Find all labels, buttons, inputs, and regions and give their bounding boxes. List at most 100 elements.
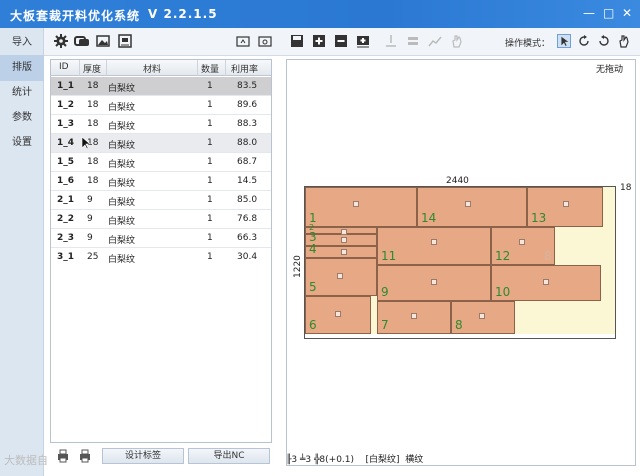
cell-id: 1_5 xyxy=(57,157,75,167)
col-header-material[interactable]: 材料 xyxy=(143,62,161,75)
cell-qty: 1 xyxy=(207,157,213,167)
part-11[interactable]: 11 xyxy=(377,227,491,265)
part-13[interactable]: 13 xyxy=(527,187,603,227)
cell-material: 白梨纹 xyxy=(108,236,136,246)
col-header-qty[interactable]: 数量 xyxy=(201,62,219,75)
table-row[interactable]: 1_3 18 白梨纹 1 88.3 xyxy=(51,115,271,134)
distribute-icon xyxy=(408,37,418,45)
cell-util: 88.3 xyxy=(237,119,258,129)
export-nc-button[interactable]: 导出NC xyxy=(188,448,270,464)
cell-thickness: 18 xyxy=(87,157,99,167)
sheet-board: 1 14 13 2 3 4 11 12 8 5 9 10 6 7 8 xyxy=(304,186,616,339)
part-12[interactable]: 12 8 xyxy=(491,227,555,265)
board-width-label: 2440 xyxy=(446,176,469,186)
cell-id: 3_1 xyxy=(57,252,75,262)
gear-icon[interactable] xyxy=(54,34,68,48)
sidebar-item-params[interactable]: 参数 xyxy=(0,105,44,131)
maximize-button[interactable]: □ xyxy=(603,6,614,20)
table-row[interactable]: 2_2 9 白梨纹 1 76.8 xyxy=(51,210,271,229)
part-1[interactable]: 1 xyxy=(305,187,417,227)
sidebar-item-import[interactable]: 导入 xyxy=(0,30,44,56)
board-thickness-label: 18 xyxy=(620,183,632,193)
cell-qty: 1 xyxy=(207,195,213,205)
add-icon[interactable] xyxy=(312,34,326,48)
sidebar-item-statistics[interactable]: 统计 xyxy=(0,80,44,106)
table-row[interactable]: 2_1 9 白梨纹 1 85.0 xyxy=(51,191,271,210)
status-grain: 横纹 xyxy=(405,455,424,465)
print-icon[interactable] xyxy=(56,449,70,463)
watermark: 大数据自 xyxy=(4,454,48,467)
cell-thickness: 9 xyxy=(87,195,93,205)
col-header-util[interactable]: 利用率 xyxy=(231,62,258,75)
app-version: V 2.2.1.5 xyxy=(148,7,218,21)
close-button[interactable]: ✕ xyxy=(622,6,632,20)
cell-material: 白梨纹 xyxy=(108,141,136,151)
part-label-marker xyxy=(563,201,569,207)
sidebar-item-layout[interactable]: 排版 xyxy=(0,55,44,81)
image-icon[interactable] xyxy=(96,34,110,48)
cell-util: 83.5 xyxy=(237,81,258,91)
import-folder-icon[interactable] xyxy=(258,34,272,48)
cell-util: 76.8 xyxy=(237,214,258,224)
cell-thickness: 9 xyxy=(87,233,93,243)
cell-util: 66.3 xyxy=(237,233,258,243)
minimize-button[interactable]: — xyxy=(583,6,595,20)
cell-qty: 1 xyxy=(207,233,213,243)
cell-material: 白梨纹 xyxy=(108,179,136,189)
mode-label: 操作模式： xyxy=(505,39,551,49)
sidebar-item-settings[interactable]: 设置 xyxy=(0,130,44,156)
table-row[interactable]: 1_5 18 白梨纹 1 68.7 xyxy=(51,153,271,172)
table-row[interactable]: 1_1 18 白梨纹 1 83.5 xyxy=(51,77,271,96)
cell-util: 14.5 xyxy=(237,176,258,186)
col-header-id[interactable]: ID xyxy=(59,62,69,72)
part-label-marker xyxy=(431,279,437,285)
cell-thickness: 18 xyxy=(87,100,99,110)
chart-icon xyxy=(428,36,442,47)
bottom-bar: 设计标签 导出NC xyxy=(50,446,272,466)
open-folder-icon[interactable] xyxy=(236,34,250,48)
cell-id: 1_2 xyxy=(57,100,75,110)
cell-util: 68.7 xyxy=(237,157,258,167)
cell-material: 白梨纹 xyxy=(108,103,136,113)
col-header-thickness[interactable]: 厚度 xyxy=(83,62,101,75)
cell-util: 89.6 xyxy=(237,100,258,110)
print-all-icon[interactable] xyxy=(78,449,92,463)
cell-thickness: 9 xyxy=(87,214,93,224)
save-icon[interactable] xyxy=(290,34,304,48)
design-label-button[interactable]: 设计标签 xyxy=(102,448,184,464)
layers-icon[interactable] xyxy=(74,34,90,48)
cell-util: 85.0 xyxy=(237,195,258,205)
part-14[interactable]: 14 xyxy=(417,187,527,227)
pan-icon[interactable] xyxy=(617,34,631,48)
cell-id: 2_1 xyxy=(57,195,75,205)
part-label-marker xyxy=(335,311,341,317)
cell-id: 1_6 xyxy=(57,176,75,186)
table-row[interactable]: 2_3 9 白梨纹 1 66.3 xyxy=(51,229,271,248)
cell-thickness: 18 xyxy=(87,81,99,91)
part-label-marker xyxy=(341,237,347,243)
drag-mode-text: 无拖动 xyxy=(596,65,624,75)
cell-thickness: 18 xyxy=(87,176,99,186)
cell-qty: 1 xyxy=(207,81,213,91)
cell-thickness: 18 xyxy=(87,119,99,129)
export-icon[interactable] xyxy=(118,34,132,48)
cell-material: 白梨纹 xyxy=(108,84,136,94)
mouse-cursor-icon xyxy=(81,136,91,150)
table-row[interactable]: 1_6 18 白梨纹 1 14.5 xyxy=(51,172,271,191)
insert-icon[interactable] xyxy=(356,34,370,48)
table-row[interactable]: 1_2 18 白梨纹 1 89.6 xyxy=(51,96,271,115)
part-label-marker xyxy=(353,201,359,207)
table-row[interactable]: 3_1 25 白梨纹 1 30.4 xyxy=(51,248,271,267)
cell-id: 2_2 xyxy=(57,214,75,224)
cell-id: 1_1 xyxy=(57,81,75,91)
hand-icon xyxy=(452,35,462,48)
table-header: ID 厚度 材料 数量 利用率 xyxy=(51,60,271,76)
cell-qty: 1 xyxy=(207,214,213,224)
remove-icon[interactable] xyxy=(334,34,348,48)
rotate-ccw-icon[interactable] xyxy=(597,34,611,48)
cell-qty: 1 xyxy=(207,119,213,129)
rotate-cw-icon[interactable] xyxy=(577,34,591,48)
part-label-marker xyxy=(341,249,347,255)
app-title: 大板套裁开料优化系统 xyxy=(10,9,141,23)
pointer-icon[interactable] xyxy=(557,34,571,48)
